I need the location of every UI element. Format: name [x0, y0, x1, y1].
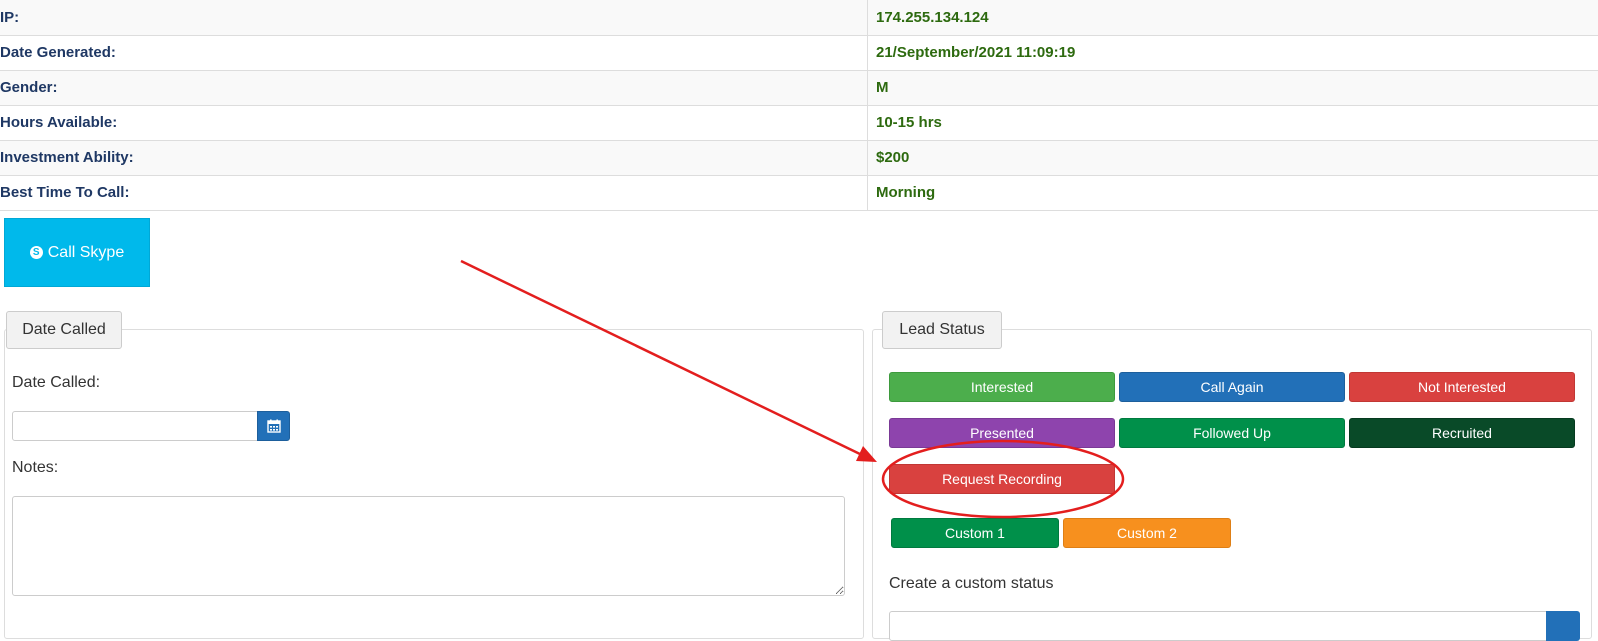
lead-status-legend: Lead Status: [882, 311, 1002, 349]
info-value: M: [868, 70, 1598, 105]
call-skype-label: Call Skype: [48, 244, 124, 262]
info-key: Date Generated:: [0, 35, 868, 70]
create-custom-status-label: Create a custom status: [889, 575, 1054, 593]
skype-icon: S: [30, 246, 43, 259]
date-called-legend: Date Called: [6, 311, 122, 349]
info-row-hours-available: Hours Available: 10-15 hrs: [0, 105, 1598, 140]
info-row-investment-ability: Investment Ability: $200: [0, 140, 1598, 175]
status-call-again-button[interactable]: Call Again: [1119, 372, 1345, 402]
info-row-ip: IP: 174.255.134.124: [0, 0, 1598, 35]
info-row-date-generated: Date Generated: 21/September/2021 11:09:…: [0, 35, 1598, 70]
info-key: Best Time To Call:: [0, 175, 868, 210]
date-called-input[interactable]: [12, 411, 258, 441]
lead-info-table: IP: 174.255.134.124 Date Generated: 21/S…: [0, 0, 1598, 211]
status-recruited-button[interactable]: Recruited: [1349, 418, 1575, 448]
info-value: Morning: [868, 175, 1598, 210]
calendar-icon: [267, 419, 281, 433]
status-presented-button[interactable]: Presented: [889, 418, 1115, 448]
info-value: 10-15 hrs: [868, 105, 1598, 140]
info-key: Investment Ability:: [0, 140, 868, 175]
calendar-button[interactable]: [257, 411, 290, 441]
status-interested-button[interactable]: Interested: [889, 372, 1115, 402]
custom-status-input[interactable]: [889, 611, 1547, 641]
info-row-gender: Gender: M: [0, 70, 1598, 105]
notes-textarea[interactable]: [12, 496, 845, 596]
info-row-best-time-to-call: Best Time To Call: Morning: [0, 175, 1598, 210]
status-followed-up-button[interactable]: Followed Up: [1119, 418, 1345, 448]
call-skype-button[interactable]: S Call Skype: [4, 218, 150, 287]
date-called-label: Date Called:: [12, 374, 100, 392]
info-key: Gender:: [0, 70, 868, 105]
info-value: 21/September/2021 11:09:19: [868, 35, 1598, 70]
add-custom-status-button[interactable]: [1546, 611, 1580, 641]
status-request-recording-button[interactable]: Request Recording: [889, 464, 1115, 494]
notes-label: Notes:: [12, 459, 58, 477]
custom-status-2-button[interactable]: Custom 2: [1063, 518, 1231, 548]
info-key: IP:: [0, 0, 868, 35]
info-value: 174.255.134.124: [868, 0, 1598, 35]
custom-status-1-button[interactable]: Custom 1: [891, 518, 1059, 548]
status-not-interested-button[interactable]: Not Interested: [1349, 372, 1575, 402]
info-key: Hours Available:: [0, 105, 868, 140]
info-value: $200: [868, 140, 1598, 175]
